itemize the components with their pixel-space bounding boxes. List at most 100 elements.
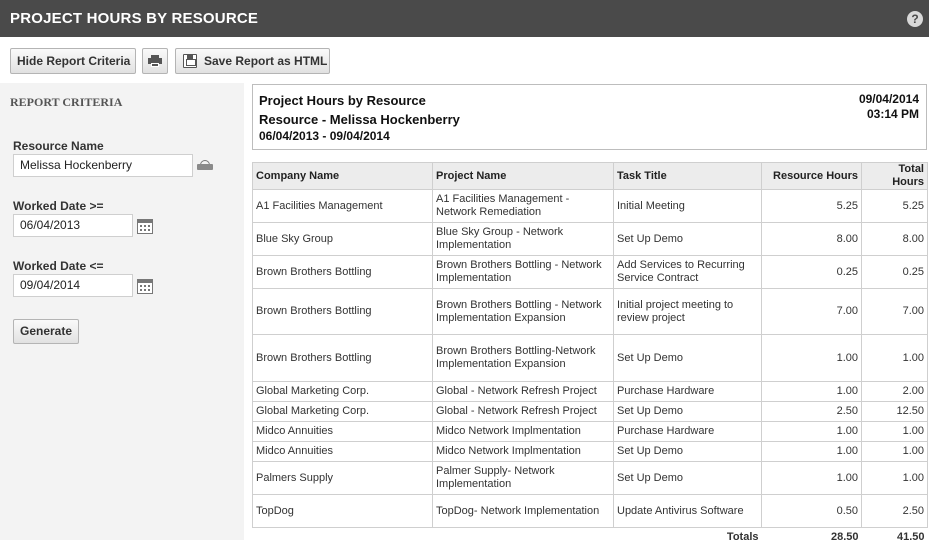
report-date-range: 06/04/2013 - 09/04/2014 <box>259 129 390 143</box>
cell-task: Set Up Demo <box>613 441 762 462</box>
report-header: Project Hours by Resource Resource - Mel… <box>252 84 927 150</box>
cell-project: Blue Sky Group - Network Implementation <box>432 222 614 256</box>
cell-resource-hours: 1.00 <box>761 461 862 495</box>
table-row: Brown Brothers Bottling Brown Brothers Bo… <box>252 255 928 289</box>
cell-resource-hours: 0.50 <box>761 494 862 528</box>
cell-task: Update Antivirus Software <box>613 494 762 528</box>
print-button[interactable] <box>142 48 168 74</box>
calendar-icon[interactable] <box>137 219 153 234</box>
worked-date-to-input[interactable]: 09/04/2014 <box>13 274 133 297</box>
table-row: Brown Brothers Bottling Brown Brothers Bo… <box>252 334 928 382</box>
report-criteria-panel: REPORT CRITERIA Resource Name Melissa Ho… <box>0 83 244 540</box>
cell-project: TopDog- Network Implementation <box>432 494 614 528</box>
cell-project: Brown Brothers Bottling-Network Implemen… <box>432 334 614 382</box>
cell-task: Set Up Demo <box>613 401 762 422</box>
cell-task: Initial project meeting to review projec… <box>613 288 762 335</box>
table-row: Blue Sky Group Blue Sky Group - Network I… <box>252 222 928 256</box>
cell-company: Brown Brothers Bottling <box>252 334 433 382</box>
printer-icon <box>148 55 162 67</box>
cell-total-hours: 0.25 <box>861 255 928 289</box>
cell-total-hours: 2.50 <box>861 494 928 528</box>
cell-resource-hours: 8.00 <box>761 222 862 256</box>
cell-task: Purchase Hardware <box>613 381 762 402</box>
table-row: Global Marketing Corp. Global - Network R… <box>252 401 928 422</box>
cell-project: Palmer Supply- Network Implementation <box>432 461 614 495</box>
report-criteria-heading: REPORT CRITERIA <box>10 95 123 109</box>
cell-project: Midco Network Implmentation <box>432 421 614 442</box>
cell-task: Add Services to Recurring Service Contra… <box>613 255 762 289</box>
cell-task: Purchase Hardware <box>613 421 762 442</box>
cell-total-hours: 1.00 <box>861 334 928 382</box>
cell-total-hours: 7.00 <box>861 288 928 335</box>
cell-company: Brown Brothers Bottling <box>252 288 433 335</box>
cell-task: Set Up Demo <box>613 461 762 495</box>
table-row: A1 Facilities Management A1 Facilities Ma… <box>252 189 928 223</box>
cell-company: TopDog <box>252 494 433 528</box>
generate-button[interactable]: Generate <box>13 319 79 344</box>
page-title: PROJECT HOURS BY RESOURCE <box>10 10 259 27</box>
table-row: Midco Annuities Midco Network Implmentati… <box>252 441 928 462</box>
col-task-title: Task Title <box>613 162 762 190</box>
cell-resource-hours: 7.00 <box>761 288 862 335</box>
worked-date-from-input[interactable]: 06/04/2013 <box>13 214 133 237</box>
cell-total-hours: 5.25 <box>861 189 928 223</box>
title-bar: PROJECT HOURS BY RESOURCE ? <box>0 0 929 37</box>
col-company-name: Company Name <box>252 162 433 190</box>
cell-company: Midco Annuities <box>252 421 433 442</box>
toolbar: Hide Report Criteria Save Report as HTML <box>0 37 929 83</box>
cell-project: Global - Network Refresh Project <box>432 401 614 422</box>
totals-spacer <box>252 527 433 540</box>
table-row: Palmers Supply Palmer Supply- Network Imp… <box>252 461 928 495</box>
help-icon[interactable]: ? <box>907 11 923 27</box>
cell-resource-hours: 1.00 <box>761 421 862 442</box>
table-row: TopDog TopDog- Network Implementation Upda… <box>252 494 928 528</box>
cell-total-hours: 1.00 <box>861 461 928 495</box>
cell-task: Initial Meeting <box>613 189 762 223</box>
report-run-time: 03:14 PM <box>866 107 919 121</box>
cell-total-hours: 2.00 <box>861 381 928 402</box>
save-report-html-button[interactable]: Save Report as HTML <box>175 48 330 74</box>
disk-icon <box>183 54 197 68</box>
cell-company: Global Marketing Corp. <box>252 381 433 402</box>
cell-resource-hours: 1.00 <box>761 441 862 462</box>
worked-date-from-label: Worked Date >= <box>13 199 104 213</box>
cell-total-hours: 12.50 <box>861 401 928 422</box>
hide-report-criteria-button[interactable]: Hide Report Criteria <box>10 48 136 74</box>
cell-company: A1 Facilities Management <box>252 189 433 223</box>
table-header-row: Company Name Project Name Task Title Res… <box>252 162 928 190</box>
report-resource: Resource - Melissa Hockenberry <box>259 112 460 127</box>
save-report-label: Save Report as HTML <box>204 54 328 68</box>
cell-total-hours: 1.00 <box>861 421 928 442</box>
cell-company: Palmers Supply <box>252 461 433 495</box>
cell-resource-hours: 1.00 <box>761 334 862 382</box>
totals-label: Totals <box>613 527 762 540</box>
col-total-hours: Total Hours <box>861 162 928 190</box>
cell-task: Set Up Demo <box>613 334 762 382</box>
totals-resource-hours: 28.50 <box>761 527 862 540</box>
resource-name-label: Resource Name <box>13 139 104 153</box>
cell-company: Midco Annuities <box>252 441 433 462</box>
table-row: Global Marketing Corp. Global - Network R… <box>252 381 928 402</box>
cell-company: Brown Brothers Bottling <box>252 255 433 289</box>
cell-project: Midco Network Implmentation <box>432 441 614 462</box>
report-title: Project Hours by Resource <box>259 93 426 108</box>
totals-total-hours: 41.50 <box>861 527 928 540</box>
cell-total-hours: 1.00 <box>861 441 928 462</box>
table-row: Midco Annuities Midco Network Implmentati… <box>252 421 928 442</box>
resource-name-input[interactable]: Melissa Hockenberry <box>13 154 193 177</box>
totals-row: Totals 28.50 41.50 <box>252 527 928 540</box>
totals-spacer <box>432 527 614 540</box>
cell-project: A1 Facilities Management - Network Remed… <box>432 189 614 223</box>
cell-total-hours: 8.00 <box>861 222 928 256</box>
worked-date-to-label: Worked Date <= <box>13 259 104 273</box>
cell-project: Brown Brothers Bottling - Network Implem… <box>432 255 614 289</box>
col-project-name: Project Name <box>432 162 614 190</box>
table-row: Brown Brothers Bottling Brown Brothers Bo… <box>252 288 928 335</box>
report-run-date: 09/04/2014 <box>858 92 919 106</box>
lookup-icon[interactable] <box>197 160 213 170</box>
calendar-icon[interactable] <box>137 279 153 294</box>
cell-resource-hours: 5.25 <box>761 189 862 223</box>
cell-company: Global Marketing Corp. <box>252 401 433 422</box>
cell-resource-hours: 0.25 <box>761 255 862 289</box>
col-resource-hours: Resource Hours <box>761 162 862 190</box>
